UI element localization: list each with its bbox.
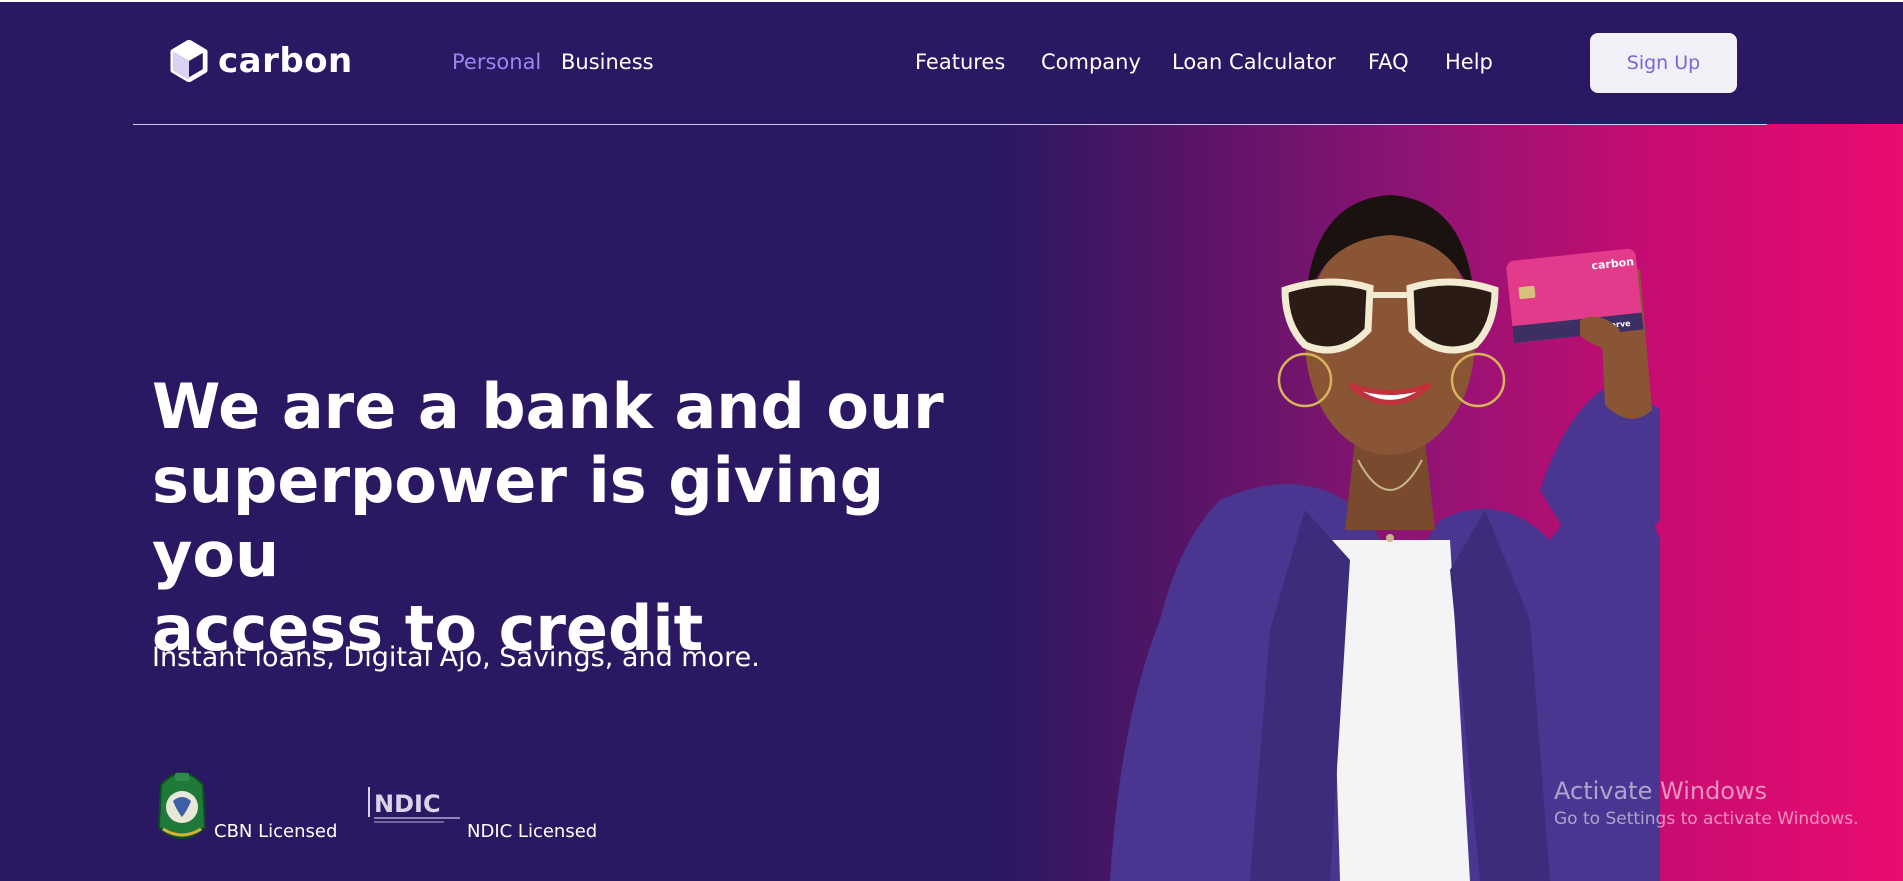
nav-company[interactable]: Company <box>1041 50 1141 74</box>
woman-with-card-image: carbon Verve <box>1110 195 1660 881</box>
headline-line-2: superpower is giving you <box>152 444 885 591</box>
cbn-seal-icon <box>157 772 207 839</box>
ndic-licensed-label: NDIC Licensed <box>467 821 598 842</box>
watermark-subtitle: Go to Settings to activate Windows. <box>1554 809 1859 829</box>
cbn-licensed-label: CBN Licensed <box>214 821 338 842</box>
landing-page: carbon Personal Business Features Compan… <box>0 0 1903 881</box>
nav-features[interactable]: Features <box>915 50 1005 74</box>
headline-line-1: We are a bank and our <box>152 370 944 443</box>
windows-activation-watermark: Activate Windows Go to Settings to activ… <box>1554 776 1859 832</box>
hero-subheadline: Instant loans, Digital Ajo, Savings, and… <box>152 642 760 673</box>
sign-up-button[interactable]: Sign Up <box>1590 33 1737 93</box>
nav-loan-calculator[interactable]: Loan Calculator <box>1172 50 1336 74</box>
carbon-card: carbon Verve <box>1506 248 1644 344</box>
site-header: carbon Personal Business Features Compan… <box>0 0 1903 124</box>
nav-personal[interactable]: Personal <box>452 50 541 74</box>
nav-help[interactable]: Help <box>1445 50 1493 74</box>
carbon-hexagon-logo-icon <box>170 40 208 82</box>
brand-name: carbon <box>218 41 353 81</box>
brand-logo[interactable]: carbon <box>170 38 353 84</box>
ndic-logo-text: NDIC <box>374 790 441 818</box>
hero-headline: We are a bank and our superpower is givi… <box>152 370 972 666</box>
ndic-logo-icon: NDIC <box>368 787 460 823</box>
header-divider <box>133 124 1767 125</box>
watermark-title: Activate Windows <box>1554 777 1768 805</box>
nav-faq[interactable]: FAQ <box>1368 50 1409 74</box>
nav-business[interactable]: Business <box>561 50 654 74</box>
